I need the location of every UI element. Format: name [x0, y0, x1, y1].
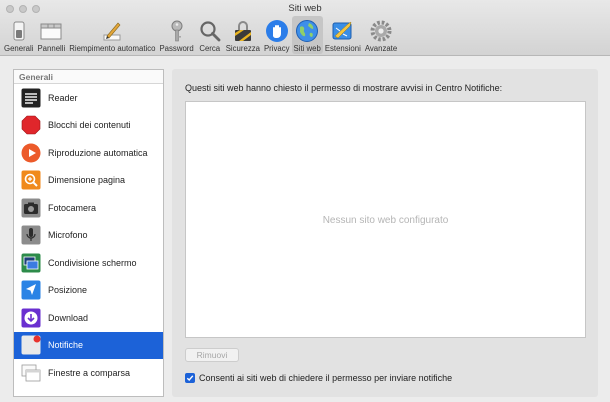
- reader-icon: [21, 88, 41, 108]
- sidebar-item-fotocamera[interactable]: Fotocamera: [14, 194, 163, 222]
- magnifier-icon: [200, 21, 221, 42]
- settings-sidebar: Generali Reader Blocchi dei contenuti Ri…: [13, 69, 164, 397]
- titlebar: Siti web Generali Pannelli Riempimento a…: [0, 0, 610, 56]
- sidebar-item-condivisione-schermo[interactable]: Condivisione schermo: [14, 249, 163, 277]
- tab-estensioni[interactable]: Estensioni: [323, 16, 363, 54]
- remove-button[interactable]: Rimuovi: [185, 348, 239, 362]
- sidebar-item-reader[interactable]: Reader: [14, 84, 163, 112]
- allow-notifications-row[interactable]: Consenti ai siti web di chiedere il perm…: [185, 373, 452, 383]
- sidebar-header: Generali: [14, 70, 163, 84]
- microphone-icon: [21, 225, 41, 245]
- stop-sign-icon: [21, 115, 41, 135]
- notifications-panel: Questi siti web hanno chiesto il permess…: [172, 69, 598, 397]
- extensions-icon: [332, 21, 352, 40]
- location-arrow-icon: [21, 280, 41, 300]
- sidebar-item-posizione[interactable]: Posizione: [14, 277, 163, 305]
- tab-sicurezza[interactable]: Sicurezza: [224, 16, 262, 54]
- sidebar-item-riproduzione-automatica[interactable]: Riproduzione automatica: [14, 139, 163, 167]
- screen-share-icon: [21, 253, 41, 273]
- sidebar-item-finestre-a-comparsa[interactable]: Finestre a comparsa: [14, 359, 163, 387]
- autofill-pencil-icon: [103, 22, 121, 41]
- allow-notifications-checkbox[interactable]: [185, 373, 195, 383]
- tab-avanzate[interactable]: Avanzate: [363, 16, 399, 54]
- tab-riempimento-automatico[interactable]: Riempimento automatico: [67, 16, 157, 54]
- sidebar-item-download[interactable]: Download: [14, 304, 163, 332]
- notifications-icon: [21, 335, 41, 355]
- tab-cerca[interactable]: Cerca: [196, 16, 224, 54]
- tab-password[interactable]: Password: [157, 16, 195, 54]
- sidebar-item-blocchi-contenuti[interactable]: Blocchi dei contenuti: [14, 112, 163, 140]
- camera-icon: [21, 198, 41, 218]
- websites-list[interactable]: Nessun sito web configurato: [185, 101, 586, 338]
- tab-privacy[interactable]: Privacy: [262, 16, 292, 54]
- preferences-toolbar: Generali Pannelli Riempimento automatico: [2, 16, 399, 56]
- gear-icon: [370, 20, 392, 42]
- popup-windows-icon: [21, 364, 41, 382]
- download-icon: [21, 308, 41, 328]
- tabs-icon: [40, 23, 62, 40]
- tab-siti-web[interactable]: Siti web: [291, 16, 323, 54]
- security-lock-icon: [234, 21, 251, 41]
- tab-generali[interactable]: Generali: [2, 16, 35, 54]
- allow-notifications-label: Consenti ai siti web di chiedere il perm…: [199, 373, 453, 383]
- checkmark-icon: [186, 375, 194, 382]
- sidebar-item-notifiche[interactable]: Notifiche: [14, 331, 163, 359]
- window-title: Siti web: [288, 3, 322, 14]
- key-icon: [171, 20, 183, 42]
- tab-pannelli[interactable]: Pannelli: [35, 16, 67, 54]
- sidebar-item-dimensione-pagina[interactable]: Dimensione pagina: [14, 167, 163, 195]
- empty-list-text: Nessun sito web configurato: [322, 215, 449, 226]
- globe-icon: [296, 20, 319, 42]
- sidebar-item-microfono[interactable]: Microfono: [14, 222, 163, 250]
- panel-description: Questi siti web hanno chiesto il permess…: [185, 83, 503, 93]
- privacy-hand-icon: [265, 20, 288, 42]
- play-icon: [21, 143, 41, 163]
- general-switch-icon: [13, 21, 25, 41]
- preferences-window: Siti web Generali Pannelli Riempimento a…: [0, 0, 610, 402]
- zoom-icon: [21, 170, 41, 190]
